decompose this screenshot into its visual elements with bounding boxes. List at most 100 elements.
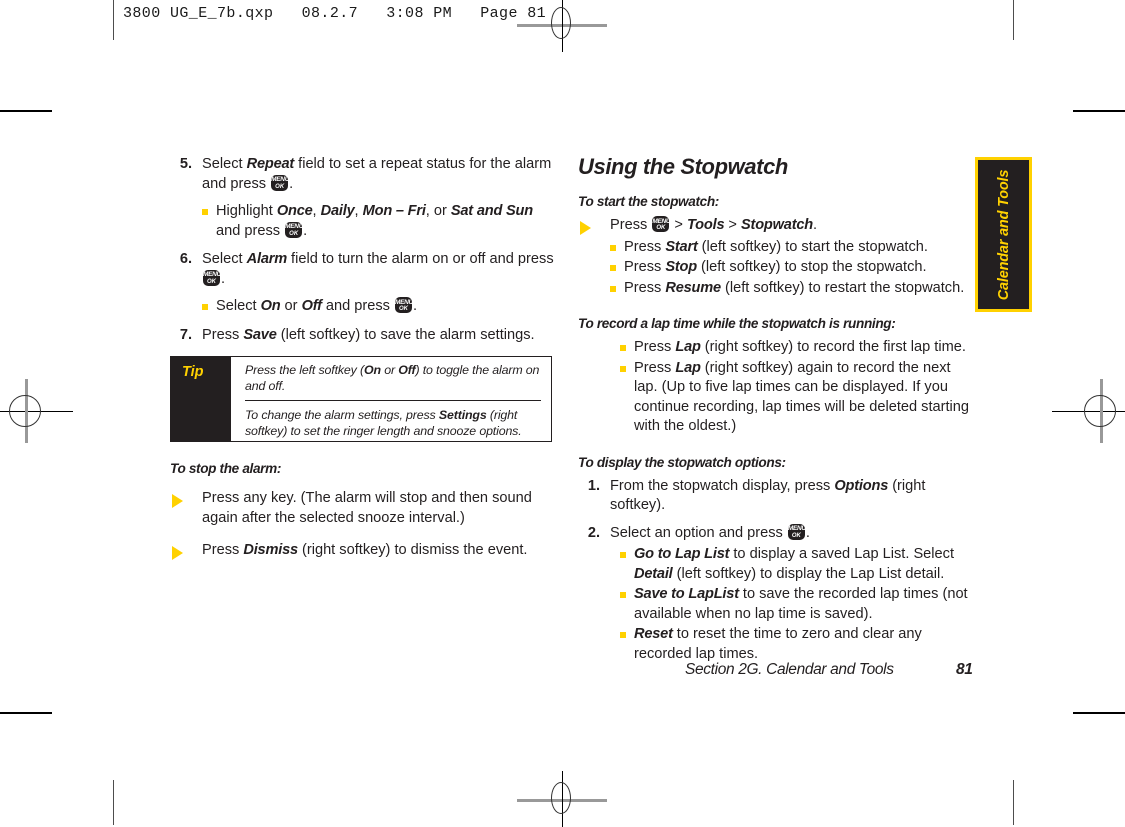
square-bullet-icon [620,592,626,598]
option-off: Off [301,298,322,314]
t: Press [634,339,676,355]
t: . [303,222,308,239]
square-bullet-icon [202,304,208,310]
t: Press [624,259,666,275]
display-options-heading: To display the stopwatch options: [578,454,786,470]
sub-bullet-text: Select On or Off and press MENU OK. [216,297,418,314]
stop-alarm-heading: To stop the alarm: [170,461,282,476]
t: or [280,298,302,314]
arrow-item-press-menu-tools-stopwatch: Press MENU OK > Tools > Stopwatch. [578,216,978,236]
arrow-item-text: Press any key. (The alarm will stop and … [202,490,532,526]
softkey-dismiss: Dismiss [243,542,298,558]
square-bullet-icon [610,244,616,251]
t: . [221,270,226,287]
sub-bullet-reset: Reset to reset the time to zero and clea… [620,625,978,664]
t: Press [202,326,244,343]
sub-bullet-press-lap-next: Press Lap (right softkey) again to recor… [620,359,978,437]
sub-bullet-text: Press Lap (right softkey) again to recor… [634,360,969,435]
softkey-start: Start [665,238,698,255]
step-text: Select Repeat field to set a repeat stat… [202,155,560,194]
t: . [813,217,818,233]
t: field to turn the alarm on or off and pr… [287,251,554,267]
menu-ok-key-icon: MENU OK [271,174,289,191]
option-mon-fri: Mon – Fri [362,203,426,219]
square-bullet-icon [620,365,626,372]
t: (left softkey) to display the Lap List d… [672,565,945,582]
t: Select [202,251,247,267]
t: (left softkey) to start the stopwatch. [697,238,928,255]
tip-label: Tip [182,364,204,380]
t: Press [610,217,652,233]
sub-bullet-text: Press Stop (left softkey) to stop the st… [624,259,927,275]
t: to reset the time to zero and clear any … [634,626,922,662]
softkey-lap: Lap [675,359,701,376]
sub-bullet-text: Press Lap (right softkey) to record the … [634,339,966,355]
footer-page-number: 81 [956,661,973,678]
t: Select [216,298,261,314]
t: and press [321,298,395,314]
option-on: On [260,298,281,314]
softkey-resume: Resume [665,279,721,296]
menu-ok-key-icon: MENU OK [787,523,805,540]
t: Press [624,279,666,296]
square-bullet-icon [610,265,616,271]
option-reset: Reset [634,626,673,642]
t: > [670,217,687,233]
menu-ok-key-icon: MENU OK [203,269,220,286]
t: (right softkey) to record the first lap … [700,339,966,355]
arrow-item-text: Press MENU OK > Tools > Stopwatch. [610,216,818,233]
square-bullet-icon [610,285,616,292]
footer-section-name: Section 2G. Calendar and Tools [685,661,894,678]
t: . [413,298,418,314]
stop-alarm-section: To stop the alarm: Press any key. (The a… [170,460,560,571]
menu-path-tools: Tools [687,217,725,233]
start-stopwatch-heading: To start the stopwatch: [578,194,719,209]
t: From the stopwatch display, press [610,477,835,494]
t: Press [624,238,666,255]
step-text-part: Select [202,156,247,172]
sub-bullet-press-start: Press Start (left softkey) to start the … [610,238,978,258]
step-number: 2. [587,524,600,541]
step-text: Press Save (left softkey) to save the al… [202,326,560,346]
t: To change the alarm settings, press [245,408,439,422]
t: . [805,524,810,541]
page-title: Using the Stopwatch [578,154,788,179]
sub-bullet-text: Reset to reset the time to zero and clea… [634,626,922,662]
step-number: 6. [179,251,192,267]
options-step-2: 2. Select an option and press MENU OK. [578,523,978,544]
triangle-bullet-icon [580,221,591,235]
step-7: 7. Press Save (left softkey) to save the… [170,326,560,346]
t: , or [425,203,451,219]
tip-box: Tip Press the left softkey (On or Off) t… [170,356,552,442]
square-bullet-icon [620,632,626,638]
record-lap-heading: To record a lap time while the stopwatch… [578,316,896,331]
sub-bullet-press-lap-first: Press Lap (right softkey) to record the … [620,338,978,358]
step-5: 5. Select Repeat field to set a repeat s… [170,155,560,194]
tip-content: Press the left softkey (On or Off) to to… [231,357,551,441]
softkey-stop: Stop [665,259,697,275]
sub-bullet-press-resume: Press Resume (left softkey) to restart t… [610,279,978,299]
step-text: From the stopwatch display, press Option… [610,477,978,516]
manual-page: 5. Select Repeat field to set a repeat s… [0,0,1125,825]
step-text: Select an option and press MENU OK. [610,523,978,544]
menu-ok-key-icon: MENU OK [395,297,413,313]
options-step-1: 1. From the stopwatch display, press Opt… [578,477,978,516]
t: , [354,203,363,219]
step-6: 6. Select Alarm field to turn the alarm … [170,250,560,289]
right-column: Using the Stopwatch To start the stopwat… [578,155,978,665]
sub-bullet-text: Save to LapList to save the recorded lap… [634,586,968,622]
t: or [380,363,399,377]
option-go-to-lap-list: Go to Lap List [634,546,730,562]
sub-bullet-save-to-laplist: Save to LapList to save the recorded lap… [620,585,978,624]
triangle-bullet-icon [172,494,183,508]
sub-bullet-text: Go to Lap List to display a saved Lap Li… [634,546,954,582]
option-on: On [363,363,381,377]
section-side-tab: Calendar and Tools [975,157,1032,312]
step-text: Select Alarm field to turn the alarm on … [202,250,560,289]
option-save-to-laplist: Save to LapList [634,586,739,602]
tip-divider [245,400,541,401]
arrow-item-press-dismiss: Press Dismiss (right softkey) to dismiss… [170,541,560,561]
square-bullet-icon [620,552,626,558]
sub-bullet-go-to-lap-list: Go to Lap List to display a saved Lap Li… [620,545,978,584]
t: (left softkey) to restart the stopwatch. [720,279,965,296]
